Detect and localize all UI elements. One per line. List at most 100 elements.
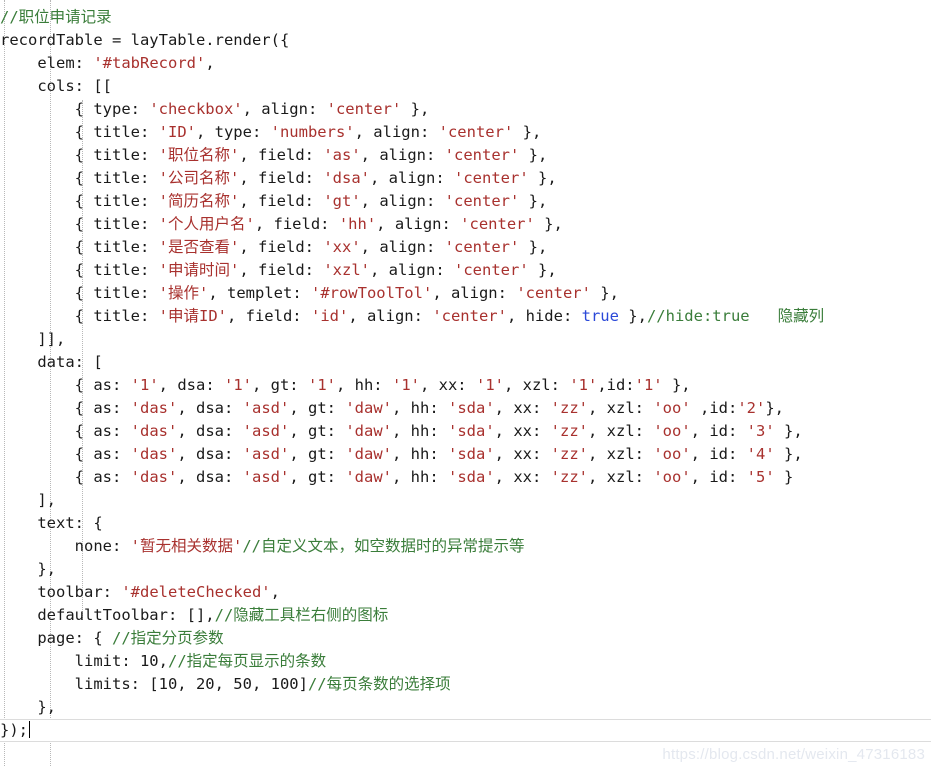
- code-line[interactable]: limits: [10, 20, 50, 100]//每页条数的选择项: [0, 673, 931, 696]
- code-line[interactable]: { title: '申请时间', field: 'xzl', align: 'c…: [0, 259, 931, 282]
- token-str: 'daw': [345, 445, 392, 463]
- code-line[interactable]: { title: '申请ID', field: 'id', align: 'ce…: [0, 305, 931, 328]
- code-line[interactable]: none: '暂无相关数据'//自定义文本，如空数据时的异常提示等: [0, 535, 931, 558]
- token-plain: ]],: [37, 330, 66, 348]
- code-line[interactable]: { title: '公司名称', field: 'dsa', align: 'c…: [0, 167, 931, 190]
- token-plain: , align:: [360, 146, 445, 164]
- token-str: 'checkbox': [149, 100, 243, 118]
- code-line[interactable]: //职位申请记录: [0, 6, 931, 29]
- token-plain: , xx:: [494, 422, 551, 440]
- code-line[interactable]: { title: 'ID', type: 'numbers', align: '…: [0, 121, 931, 144]
- token-str: '申请时间': [158, 261, 240, 279]
- token-plain: , xzl:: [503, 376, 570, 394]
- token-str: '1': [307, 376, 336, 394]
- token-plain: },: [534, 215, 563, 233]
- token-str: '#rowToolTol': [310, 284, 433, 302]
- code-content[interactable]: //职位申请记录 recordTable = layTable.render({ …: [0, 0, 931, 742]
- code-line[interactable]: ],: [0, 489, 931, 512]
- code-line[interactable]: ]],: [0, 328, 931, 351]
- token-plain: },: [528, 169, 557, 187]
- token-plain: { as:: [74, 399, 131, 417]
- token-plain: , align:: [370, 261, 454, 279]
- code-line[interactable]: { title: '职位名称', field: 'as', align: 'ce…: [0, 144, 931, 167]
- token-plain: , field:: [254, 215, 339, 233]
- code-line[interactable]: { type: 'checkbox', align: 'center' },: [0, 98, 931, 121]
- token-plain: defaultToolbar: [],: [37, 606, 215, 624]
- token-plain: , field:: [226, 307, 311, 325]
- token-plain: elem:: [37, 54, 94, 72]
- token-plain: ,: [270, 583, 280, 601]
- token-plain: { title:: [74, 215, 159, 233]
- token-str: 'dsa': [323, 169, 370, 187]
- token-str: '是否查看': [158, 238, 240, 256]
- token-plain: , gt:: [251, 376, 308, 394]
- code-line-current[interactable]: });: [0, 719, 931, 742]
- token-plain: ,id:: [597, 376, 635, 394]
- token-plain: , hh:: [392, 422, 448, 440]
- token-plain: , xzl:: [588, 468, 654, 486]
- code-line[interactable]: },: [0, 696, 931, 719]
- token-plain: ,: [205, 54, 215, 72]
- token-plain: },: [37, 560, 56, 578]
- token-str: 'numbers': [270, 123, 355, 141]
- code-line[interactable]: text: {: [0, 512, 931, 535]
- token-str: 'sda': [448, 399, 495, 417]
- code-editor[interactable]: //职位申请记录 recordTable = layTable.render({ …: [0, 0, 931, 766]
- token-str: 'sda': [448, 445, 495, 463]
- token-plain: { title:: [74, 238, 159, 256]
- code-line[interactable]: page: { //指定分页参数: [0, 627, 931, 650]
- token-plain: { title:: [74, 146, 159, 164]
- token-str: 'daw': [345, 468, 392, 486]
- code-line[interactable]: elem: '#tabRecord',: [0, 52, 931, 75]
- token-cmt: //隐藏工具栏右侧的图标: [214, 606, 389, 624]
- token-plain: }: [774, 468, 794, 486]
- code-line[interactable]: data: [: [0, 351, 931, 374]
- code-line[interactable]: recordTable = layTable.render({: [0, 29, 931, 52]
- token-str: '申请ID': [158, 307, 227, 325]
- code-line[interactable]: { title: '个人用户名', field: 'hh', align: 'c…: [0, 213, 931, 236]
- token-str: '操作': [158, 284, 209, 302]
- token-plain: , xx:: [419, 376, 476, 394]
- token-plain: },: [774, 445, 803, 463]
- token-str: '个人用户名': [158, 215, 255, 233]
- token-plain: , align:: [242, 100, 327, 118]
- code-line[interactable]: cols: [[: [0, 75, 931, 98]
- code-line[interactable]: { as: 'das', dsa: 'asd', gt: 'daw', hh: …: [0, 466, 931, 489]
- token-plain: { title:: [74, 307, 159, 325]
- code-line[interactable]: { as: 'das', dsa: 'asd', gt: 'daw', hh: …: [0, 420, 931, 443]
- code-line[interactable]: { as: 'das', dsa: 'asd', gt: 'daw', hh: …: [0, 397, 931, 420]
- token-plain: , dsa:: [177, 468, 243, 486]
- code-line[interactable]: { title: '简历名称', field: 'gt', align: 'ce…: [0, 190, 931, 213]
- token-plain: , field:: [239, 146, 324, 164]
- code-line[interactable]: defaultToolbar: [],//隐藏工具栏右侧的图标: [0, 604, 931, 627]
- token-plain: , align:: [354, 123, 439, 141]
- code-line[interactable]: { title: '操作', templet: '#rowToolTol', a…: [0, 282, 931, 305]
- code-line[interactable]: { as: '1', dsa: '1', gt: '1', hh: '1', x…: [0, 374, 931, 397]
- code-line[interactable]: },: [0, 558, 931, 581]
- token-str: 'zz': [550, 445, 588, 463]
- token-plain: , xx:: [494, 399, 551, 417]
- token-plain: { as:: [74, 422, 131, 440]
- token-str: '1': [223, 376, 252, 394]
- token-plain: { as:: [74, 445, 131, 463]
- code-line[interactable]: { title: '是否查看', field: 'xx', align: 'ce…: [0, 236, 931, 259]
- token-str: 'hh': [338, 215, 377, 233]
- code-line[interactable]: toolbar: '#deleteChecked',: [0, 581, 931, 604]
- token-str: '1': [569, 376, 598, 394]
- token-plain: , id:: [690, 445, 747, 463]
- token-plain: },: [662, 376, 691, 394]
- code-line[interactable]: limit: 10,//指定每页显示的条数: [0, 650, 931, 673]
- code-line[interactable]: { as: 'das', dsa: 'asd', gt: 'daw', hh: …: [0, 443, 931, 466]
- token-str: '公司名称': [158, 169, 240, 187]
